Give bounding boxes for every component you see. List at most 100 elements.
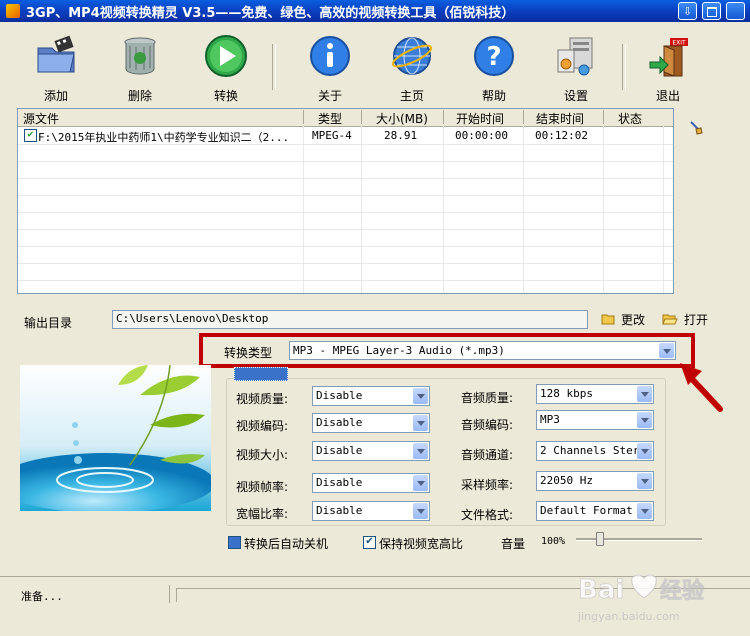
chevron-down-icon[interactable] [413,415,428,431]
file-format-value: Default Format [540,504,633,517]
row-source: F:\2015年执业中药师1\中药学专业知识二（2... [38,131,290,144]
chevron-down-icon[interactable] [637,473,652,489]
title-bar[interactable]: 3GP、MP4视频转换精灵 V3.5——免费、绿色、高效的视频转换工具（佰锐科技… [0,0,750,22]
add-label: 添加 [43,89,68,103]
sample-rate-value: 22050 Hz [540,474,593,487]
grid-line [443,126,444,293]
help-icon: ? [474,36,514,76]
output-dir-field[interactable]: C:\Users\Lenovo\Desktop [112,310,588,329]
column-source[interactable]: 源文件 [23,110,59,127]
auto-shutdown-checkbox[interactable] [228,536,241,549]
about-button[interactable]: 关于 [300,30,360,103]
delete-label: 删除 [127,89,152,103]
grid-line [18,195,673,196]
grid-line [18,263,673,264]
row-size: 28.91 [384,129,418,142]
open-folder-icon [662,314,678,325]
convert-label: 转换 [213,89,238,103]
row-checkbox[interactable]: ✔ [24,129,37,142]
chevron-down-icon[interactable] [637,443,652,459]
volume-slider-thumb[interactable] [596,532,604,546]
sample-rate-select[interactable]: 22050 Hz [536,471,654,491]
column-size[interactable]: 大小(MB) [376,110,428,127]
audio-channels-value: 2 Channels Stere [540,444,646,457]
video-size-value: Disable [316,444,363,457]
chevron-down-icon[interactable] [413,388,428,404]
highlight-box [199,333,695,368]
audio-codec-label: 音频编码: [461,418,514,432]
settings-icon [557,37,593,76]
video-codec-select[interactable]: Disable [312,413,430,433]
svg-text:Bai: Bai [578,575,624,605]
column-divider[interactable] [443,110,444,124]
frame-rate-label: 视频帧率: [236,480,289,494]
chevron-down-icon[interactable] [413,503,428,519]
grid-line [18,229,673,230]
file-format-select[interactable]: Default Format [536,501,654,521]
grid-line [303,126,304,293]
globe-icon [391,37,433,75]
column-start[interactable]: 开始时间 [456,110,504,127]
row-end: 00:12:02 [535,129,588,142]
column-end[interactable]: 结束时间 [536,110,584,127]
add-button[interactable]: 添加 [26,30,86,103]
svg-text:经验: 经验 [660,578,704,604]
toolbar-separator [272,44,276,90]
chevron-down-icon[interactable] [413,443,428,459]
chevron-down-icon[interactable] [413,475,428,491]
aspect-ratio-select[interactable]: Disable [312,501,430,521]
app-icon [6,4,20,18]
exit-door-icon: EXIT [649,38,688,77]
audio-quality-select[interactable]: 128 kbps [536,384,654,404]
audio-codec-value: MP3 [540,413,560,426]
audio-channels-select[interactable]: 2 Channels Stere [536,441,654,461]
watermark-logo: Bai 经验 jingyan.baidu.com [577,574,704,623]
minimize-icon[interactable]: ⇩ [678,2,697,20]
column-status[interactable]: 状态 [618,110,642,127]
settings-button[interactable]: 设置 [546,30,606,103]
table-row[interactable]: ✔ F:\2015年执业中药师1\中药学专业知识二（2... MPEG-4 28… [18,127,673,144]
exit-button[interactable]: EXIT 退出 [638,30,698,103]
recycle-bin-icon [124,37,156,75]
column-divider[interactable] [603,110,604,124]
column-divider[interactable] [361,110,362,124]
broom-icon[interactable] [688,120,704,136]
folder-icon [601,314,615,325]
sample-rate-label: 采样频率: [461,478,514,492]
volume-value: 100% [541,536,566,547]
convert-button[interactable]: 转换 [196,30,256,103]
grid-line [18,161,673,162]
chevron-down-icon[interactable] [637,412,652,428]
restore-icon[interactable] [702,2,721,20]
video-quality-select[interactable]: Disable [312,386,430,406]
params-group-tab[interactable] [234,367,288,381]
delete-button[interactable]: 删除 [110,30,170,103]
audio-codec-select[interactable]: MP3 [536,410,654,430]
home-button[interactable]: 主页 [382,30,442,103]
column-divider[interactable] [303,110,304,124]
file-list-header: 源文件 类型 大小(MB) 开始时间 结束时间 状态 [18,109,673,127]
video-size-select[interactable]: Disable [312,441,430,461]
chevron-down-icon[interactable] [637,503,652,519]
keep-aspect-checkbox[interactable]: ✔ [363,536,376,549]
row-start: 00:00:00 [455,129,508,142]
home-label: 主页 [399,89,424,103]
column-divider[interactable] [523,110,524,124]
close-icon[interactable] [726,2,745,20]
volume-slider-track[interactable] [576,538,702,541]
grid-line [18,280,673,281]
column-type[interactable]: 类型 [318,110,342,127]
help-button[interactable]: ? 帮助 [464,30,524,103]
aspect-ratio-value: Disable [316,504,363,517]
video-codec-label: 视频编码: [236,419,289,433]
chevron-down-icon[interactable] [637,386,652,402]
grid-line [18,212,673,213]
svg-text:jingyan.baidu.com: jingyan.baidu.com [577,610,680,623]
video-quality-label: 视频质量: [236,392,289,406]
video-size-label: 视频大小: [236,448,289,462]
frame-rate-select[interactable]: Disable [312,473,430,493]
play-icon [205,35,247,77]
open-dir-label: 打开 [684,313,709,327]
file-list[interactable]: 源文件 类型 大小(MB) 开始时间 结束时间 状态 ✔ F:\2015年执业中… [17,108,674,294]
auto-shutdown-label: 转换后自动关机 [244,537,329,551]
